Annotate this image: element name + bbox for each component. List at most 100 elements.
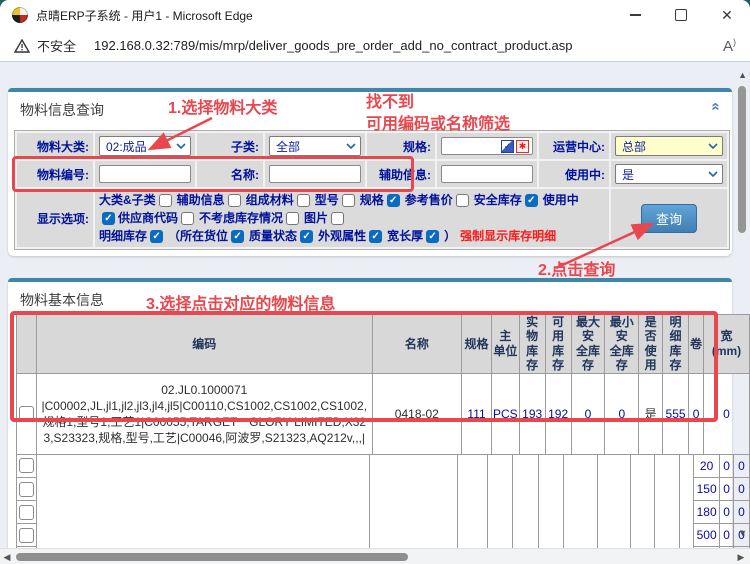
row-checkbox[interactable]: [19, 406, 34, 421]
col-code: 编码: [36, 315, 372, 374]
chevron-down-icon: [708, 143, 718, 149]
collapse-chevron-icon[interactable]: «: [707, 102, 724, 110]
subclass-select[interactable]: 全部: [269, 136, 361, 156]
annotation-step1: 1.选择物料大类: [168, 94, 277, 118]
operation-center-label: 运营中心:: [539, 133, 609, 159]
vertical-scroll-up-icon[interactable]: ▲: [738, 70, 747, 80]
chevron-down-icon: [346, 143, 356, 149]
col-physical-stock: 实物 库存: [519, 315, 545, 374]
opt-quality-checkbox[interactable]: ✓: [300, 230, 313, 243]
col-min-safe-stock: 最小安 全库存: [605, 315, 639, 374]
display-options: 大类&子类 辅助信息 组成材料 型号 规格✓ 参考售价 安全库存✓ 使用中 ✓: [95, 189, 609, 247]
page-content: 物料信息查询 « 物料大类: 02:成品 子类:: [0, 62, 750, 564]
aux-info-input[interactable]: [441, 165, 533, 183]
material-row[interactable]: 02.JL0.1000071|C00002,JL,jl1,jl2,jl3,jl4…: [17, 373, 750, 454]
horizontal-scrollbar[interactable]: ◀ ▶: [0, 548, 750, 564]
col-in-use: 是否 使用: [639, 315, 663, 374]
minimize-button[interactable]: [612, 0, 658, 30]
vertical-scrollbar-thumb[interactable]: [738, 86, 746, 233]
display-options-label: 显示选项:: [17, 189, 93, 247]
security-label[interactable]: 不安全: [37, 36, 76, 55]
not-secure-warning-icon: [14, 39, 30, 53]
force-detail-note: 强制显示库存明细: [460, 228, 556, 245]
query-form: 物料大类: 02:成品 子类: 全部 规格:: [14, 130, 730, 250]
spec-label: 规格:: [367, 133, 435, 159]
close-button[interactable]: ✕: [704, 0, 750, 30]
in-use-label: 使用中:: [539, 161, 609, 187]
window-controls: ✕: [612, 0, 750, 30]
opt-ignorestock-checkbox[interactable]: [286, 212, 299, 225]
col-roll: 卷: [689, 315, 704, 374]
aux-info-label: 辅助信息:: [367, 161, 435, 187]
address-bar: 不安全 192.168.0.32:789/mis/mrp/deliver_goo…: [0, 30, 750, 62]
operation-center-select[interactable]: 总部: [615, 136, 723, 156]
detail-row[interactable]: 180 0 0: [17, 501, 750, 524]
desktop: 点晴ERP子系统 - 用户1 - Microsoft Edge ✕ 不安全 19…: [0, 0, 750, 564]
opt-refprice-checkbox[interactable]: [456, 194, 469, 207]
material-category-select[interactable]: 02:成品: [99, 136, 191, 156]
opt-detailstock-checkbox[interactable]: ✓: [150, 230, 163, 243]
chevron-down-icon: [708, 171, 718, 177]
row-checkbox[interactable]: [19, 458, 34, 473]
annotation-hint-line2: 可用编码或名称筛选: [366, 110, 510, 134]
opt-auxinfo-checkbox[interactable]: [228, 194, 241, 207]
material-table: 编码 名称 规格 主 单位 实物 库存 可用 库存 最大安 全库存 最小安 全库…: [16, 314, 750, 455]
opt-supplier-checkbox[interactable]: [181, 212, 194, 225]
category-label: 物料大类:: [17, 133, 93, 159]
opt-safestock-checkbox[interactable]: ✓: [525, 194, 538, 207]
spec-clear-icon[interactable]: ✱: [516, 140, 529, 153]
opt-inuse-checkbox[interactable]: ✓: [102, 212, 115, 225]
opt-appearance-checkbox[interactable]: ✓: [369, 230, 382, 243]
row-checkbox[interactable]: [19, 528, 34, 543]
in-use-select[interactable]: 是: [615, 164, 723, 184]
material-code-label: 物料编号:: [17, 161, 93, 187]
window-title: 点晴ERP子系统 - 用户1 - Microsoft Edge: [36, 7, 253, 24]
url-text[interactable]: 192.168.0.32:789/mis/mrp/deliver_goods_p…: [94, 38, 715, 53]
result-table-viewport: 编码 名称 规格 主 单位 实物 库存 可用 库存 最大安 全库存 最小安 全库…: [16, 314, 750, 548]
title-bar: 点晴ERP子系统 - 用户1 - Microsoft Edge ✕: [0, 0, 750, 30]
material-code-input[interactable]: [99, 165, 191, 183]
spec-picker-icon[interactable]: ✓: [501, 140, 514, 153]
opt-dimension-checkbox[interactable]: ✓: [426, 230, 439, 243]
minimize-icon: [630, 14, 641, 16]
material-name-cell: 0418-02: [372, 373, 462, 454]
select-column-header: [17, 315, 37, 374]
name-input[interactable]: [269, 165, 361, 183]
scroll-right-icon[interactable]: ▶: [734, 552, 748, 563]
maximize-icon: [675, 9, 687, 21]
col-available-stock: 可用 库存: [545, 315, 571, 374]
opt-spec-checkbox[interactable]: ✓: [387, 194, 400, 207]
vertical-scroll-down-icon[interactable]: ▼: [738, 528, 747, 538]
col-detail-stock: 明细 库存: [663, 315, 689, 374]
material-info-panel: 物料基本信息 编码 名称: [8, 278, 732, 548]
opt-bigclass-checkbox[interactable]: [159, 194, 172, 207]
name-label: 名称:: [197, 161, 263, 187]
row-checkbox[interactable]: [19, 505, 34, 520]
col-width: 宽 (mm): [704, 315, 750, 374]
horizontal-scrollbar-thumb[interactable]: [16, 553, 408, 561]
col-max-safe-stock: 最大安 全库存: [571, 315, 605, 374]
detail-row[interactable]: 20 0 0: [17, 455, 750, 478]
browser-window: 点晴ERP子系统 - 用户1 - Microsoft Edge ✕ 不安全 19…: [0, 0, 750, 564]
material-code-cell: 02.JL0.1000071|C00002,JL,jl1,jl2,jl3,jl4…: [36, 373, 372, 454]
detail-row[interactable]: 500 0 0: [17, 524, 750, 547]
chevron-down-icon: [176, 143, 186, 149]
row-checkbox[interactable]: [19, 482, 34, 497]
opt-model-checkbox[interactable]: [342, 194, 355, 207]
col-spec: 规格: [462, 315, 492, 374]
annotation-step2: 2.点击查询: [538, 256, 615, 280]
scroll-left-icon[interactable]: ◀: [0, 552, 14, 563]
detail-row[interactable]: 150 0 0: [17, 478, 750, 501]
opt-picture-checkbox[interactable]: [331, 212, 344, 225]
maximize-button[interactable]: [658, 0, 704, 30]
annotation-step3: 3.选择点击对应的物料信息: [146, 290, 335, 314]
annotation-hint-line1: 找不到: [366, 88, 414, 112]
panel-accent-bar: [8, 278, 732, 282]
query-button[interactable]: 查询: [641, 204, 697, 233]
subclass-label: 子类:: [197, 133, 263, 159]
col-unit: 主 单位: [492, 315, 520, 374]
opt-location-checkbox[interactable]: ✓: [231, 230, 244, 243]
read-aloud-icon[interactable]: A): [723, 37, 736, 55]
opt-materials-checkbox[interactable]: [297, 194, 310, 207]
detail-stock-table: 20 0 0 150 0 0: [16, 455, 750, 548]
